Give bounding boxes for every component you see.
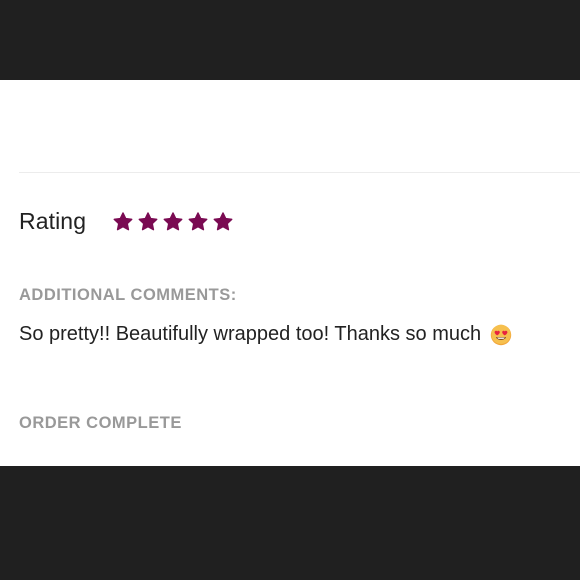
review-panel: Rating ADDITIONAL COMMENTS: So pretty!! … xyxy=(0,80,580,466)
comment-text-row: So pretty!! Beautifully wrapped too! Tha… xyxy=(19,323,512,346)
star-icon xyxy=(137,211,159,233)
comment-text: So pretty!! Beautifully wrapped too! Tha… xyxy=(19,323,482,345)
star-icon xyxy=(212,211,234,233)
rating-label: Rating xyxy=(19,208,87,234)
star-rating xyxy=(112,211,234,233)
order-status-label: ORDER COMPLETE xyxy=(19,414,182,432)
divider xyxy=(19,172,580,173)
star-icon xyxy=(112,211,134,233)
screenshot-frame: Rating ADDITIONAL COMMENTS: So pretty!! … xyxy=(0,0,580,580)
star-icon xyxy=(162,211,184,233)
additional-comments-label: ADDITIONAL COMMENTS: xyxy=(19,286,237,304)
rating-row: Rating xyxy=(19,208,234,235)
smiling-face-with-heart-eyes-icon xyxy=(490,324,512,346)
star-icon xyxy=(187,211,209,233)
